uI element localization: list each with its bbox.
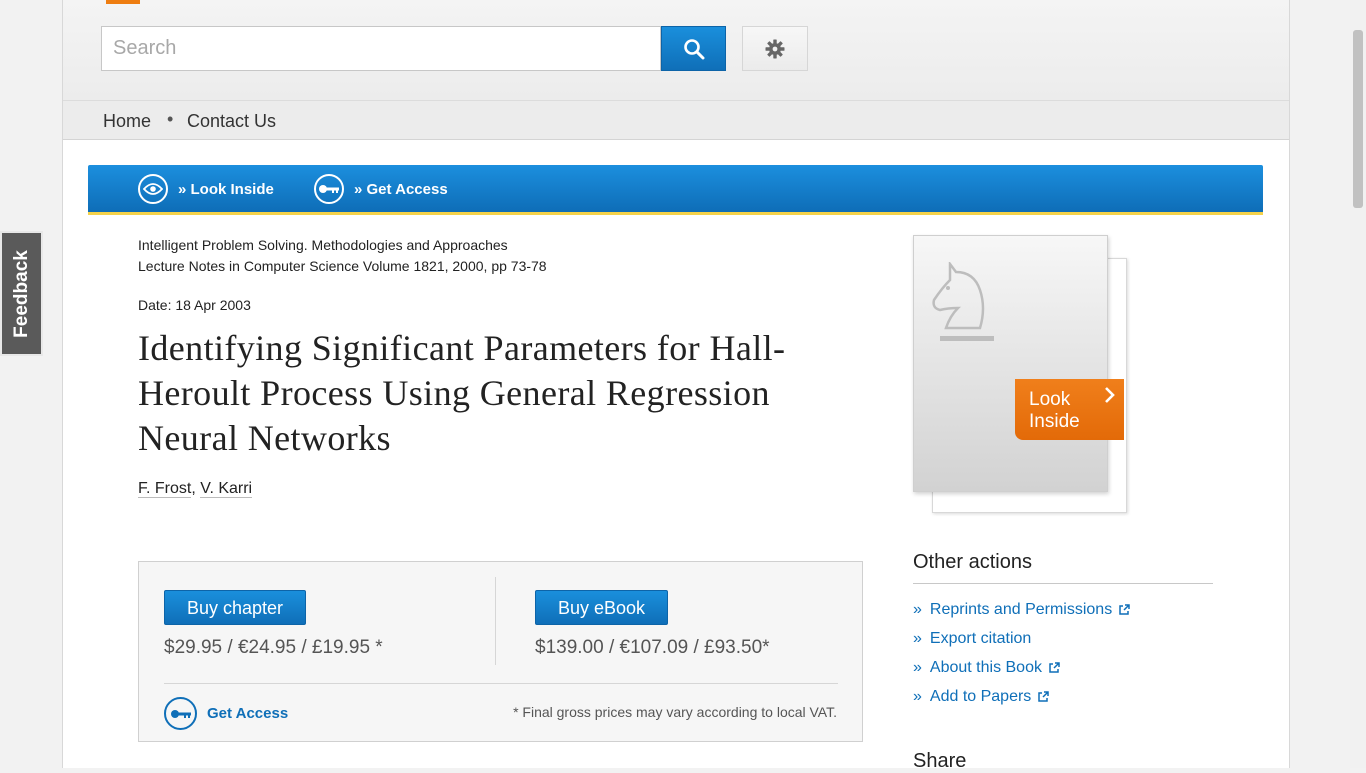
nav-separator: • [167, 109, 174, 129]
chevron-right-icon [1105, 387, 1115, 403]
look-inside-label: » Look Inside [178, 180, 274, 198]
list-marker: » [913, 688, 922, 705]
chapter-price: $29.95 / €24.95 / £19.95 * [164, 637, 383, 658]
get-access-label: » Get Access [354, 180, 448, 198]
look-inside-text: Inside [1029, 411, 1080, 432]
series-info: Lecture Notes in Computer Science Volume… [138, 258, 547, 274]
key-icon [164, 697, 197, 730]
search-button[interactable] [661, 26, 726, 71]
eye-icon [138, 174, 168, 204]
search-icon [683, 38, 704, 59]
get-access-label: Get Access [207, 705, 289, 722]
share-heading: Share [913, 750, 967, 772]
buy-ebook-button[interactable]: Buy eBook [535, 590, 669, 625]
list-marker: » [913, 630, 922, 647]
key-icon [314, 174, 344, 204]
action-label: Reprints and Permissions [929, 601, 1113, 618]
scrollbar-thumb[interactable] [1353, 30, 1363, 208]
search-input[interactable] [101, 26, 661, 71]
nav-home-link[interactable]: Home [103, 111, 151, 132]
action-bar: » Look Inside » Get Access [88, 165, 1263, 215]
look-inside-link[interactable]: » Look Inside [138, 173, 274, 205]
author-separator: , [191, 480, 201, 497]
feedback-label: Feedback [10, 249, 32, 338]
add-to-papers-link[interactable]: » Add to Papers [913, 688, 1050, 706]
list-marker: » [913, 601, 922, 618]
ebook-price: $139.00 / €107.09 / £93.50* [535, 637, 770, 658]
author-link[interactable]: F. Frost [138, 480, 192, 498]
purchase-box: Buy chapter $29.95 / €24.95 / £19.95 * B… [138, 561, 863, 742]
book-cover[interactable] [913, 235, 1108, 492]
reprints-permissions-link[interactable]: » Reprints and Permissions [913, 601, 1130, 619]
publisher-horse-icon [932, 262, 994, 341]
feedback-tab[interactable]: Feedback [0, 231, 43, 356]
buy-chapter-button[interactable]: Buy chapter [164, 590, 307, 625]
cover-look-inside-button[interactable]: Look Inside [1015, 379, 1124, 440]
page-title: Identifying Significant Parameters for H… [138, 328, 786, 458]
export-citation-link[interactable]: » Export citation [913, 630, 1031, 648]
page-container: Home • Contact Us » Look Inside [62, 0, 1290, 772]
external-link-icon [1038, 691, 1050, 702]
gear-icon [765, 39, 785, 58]
external-link-icon [1049, 662, 1060, 673]
publication-date: Date: 18 Apr 2003 [138, 297, 251, 313]
action-label: About this Book [929, 659, 1042, 676]
logo-icon[interactable] [106, 0, 140, 4]
settings-button[interactable] [742, 26, 808, 71]
get-access-link[interactable]: » Get Access [314, 173, 448, 205]
action-label: Add to Papers [929, 688, 1032, 705]
list-marker: » [913, 659, 922, 676]
vat-note: * Final gross prices may vary according … [513, 704, 837, 720]
external-link-icon [1119, 604, 1130, 615]
other-actions-heading: Other actions [913, 551, 1032, 573]
divider [913, 583, 1213, 584]
author-link[interactable]: V. Karri [200, 480, 253, 498]
about-book-link[interactable]: » About this Book [913, 659, 1060, 677]
action-label: Export citation [929, 630, 1032, 647]
get-access-button[interactable]: Get Access [164, 697, 288, 730]
divider [495, 577, 496, 665]
header [63, 0, 1289, 101]
nav-bar: Home • Contact Us [63, 101, 1289, 140]
author-list: F. Frost, V. Karri [138, 480, 253, 498]
nav-contact-link[interactable]: Contact Us [187, 111, 276, 132]
book-title[interactable]: Intelligent Problem Solving. Methodologi… [138, 237, 508, 253]
divider [164, 683, 838, 684]
